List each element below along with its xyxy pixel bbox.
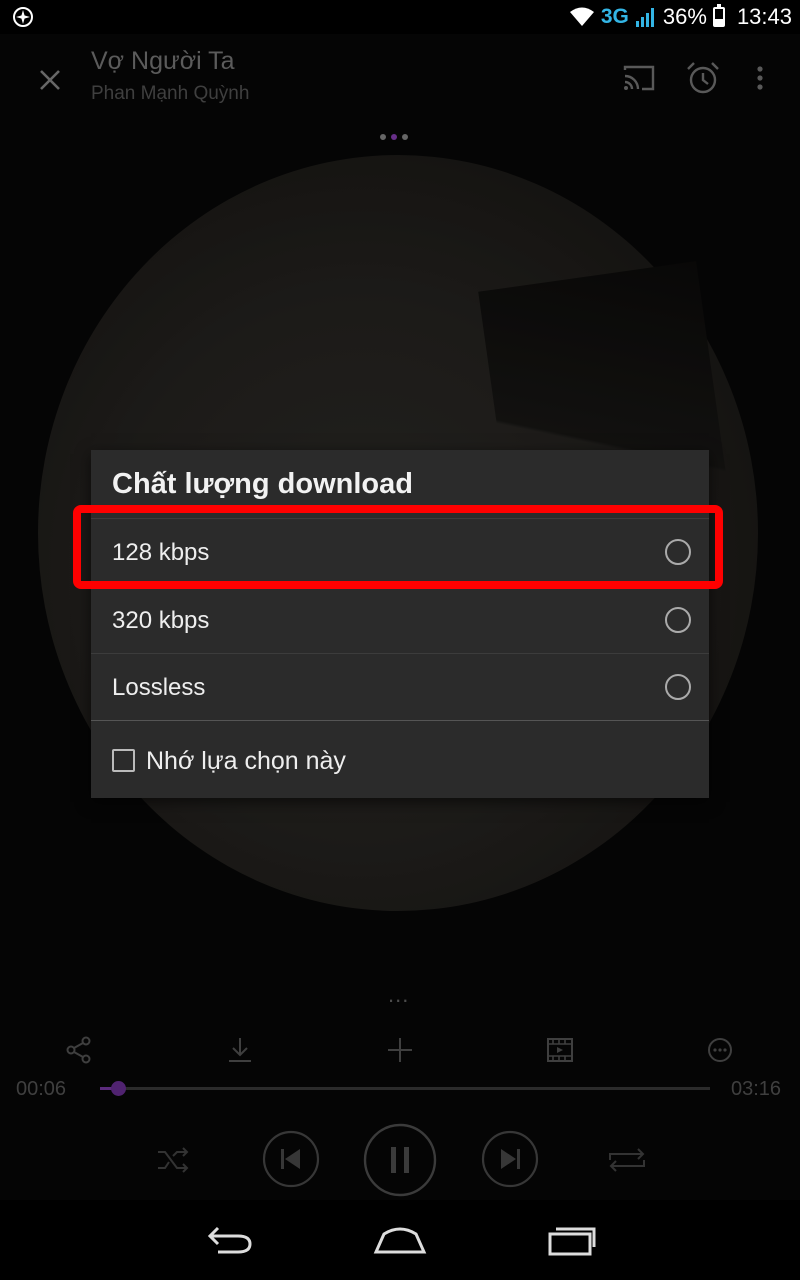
option-320kbps[interactable]: 320 kbps [91,586,709,654]
status-bar: 3G 36% 13:43 [0,0,800,34]
wifi-icon [569,7,594,26]
radio-button[interactable] [665,539,691,565]
network-type: 3G [600,5,629,28]
option-128kbps[interactable]: 128 kbps [91,518,709,586]
option-lossless[interactable]: Lossless [91,653,709,721]
download-quality-dialog: Chất lượng download 128 kbps 320 kbps Lo… [91,450,709,798]
app-notification-icon [13,7,33,27]
option-label: Lossless [112,674,206,701]
signal-icon [635,8,654,27]
radio-button[interactable] [665,607,691,633]
radio-button[interactable] [665,674,691,700]
clock: 13:43 [736,4,792,29]
remember-choice-row[interactable]: Nhớ lựa chọn này [91,720,709,799]
remember-checkbox[interactable] [112,749,135,772]
dialog-title: Chất lượng download [112,468,413,500]
navigation-bar [0,1200,800,1280]
battery-icon [712,4,725,27]
option-label: 320 kbps [112,607,210,634]
home-icon[interactable] [372,1220,428,1260]
back-icon[interactable] [204,1220,256,1260]
remember-label: Nhớ lựa chọn này [146,747,346,775]
option-label: 128 kbps [112,539,210,566]
battery-percent: 36% [662,4,707,29]
recent-apps-icon[interactable] [546,1220,598,1260]
